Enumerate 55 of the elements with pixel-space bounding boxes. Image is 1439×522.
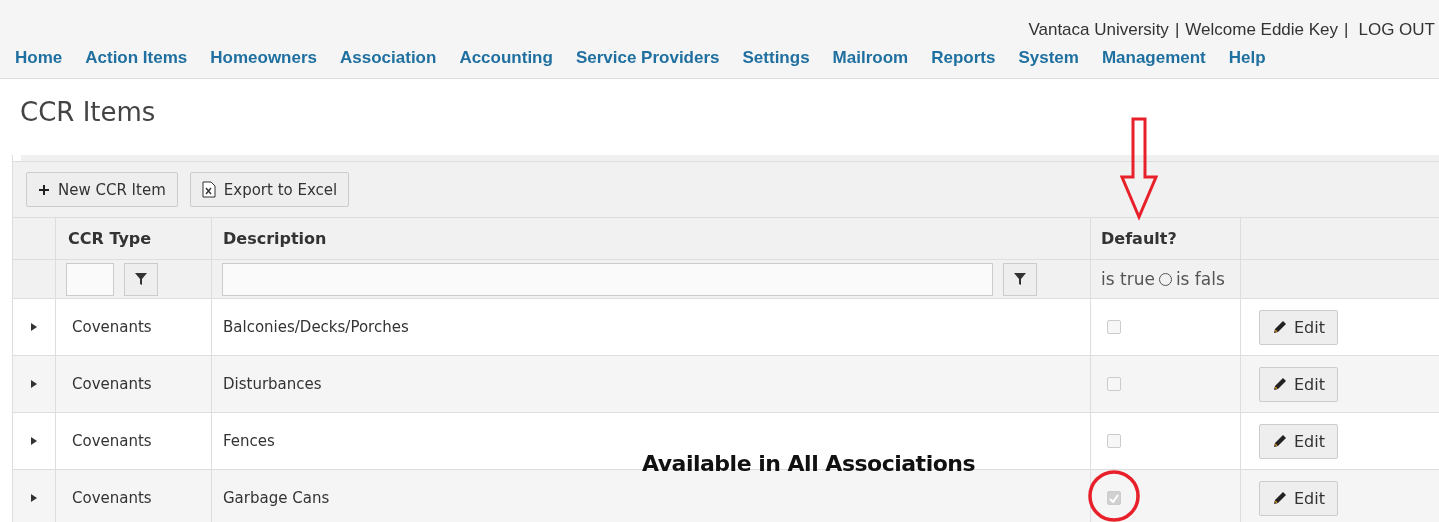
logout-link[interactable]: LOG OUT — [1358, 20, 1435, 40]
nav-link[interactable]: Service Providers — [575, 48, 720, 68]
pencil-icon — [1272, 433, 1288, 449]
nav-link[interactable]: Accounting — [459, 48, 553, 68]
filter-input[interactable] — [66, 262, 114, 296]
annotation-text: Available in All Associations — [642, 451, 976, 476]
edit-button[interactable]: Edit — [1259, 423, 1338, 459]
nav-link[interactable]: Association — [340, 48, 437, 68]
filter-icon — [135, 273, 147, 285]
welcome-text: Welcome Eddie Key — [1185, 20, 1339, 40]
nav-link[interactable]: Help — [1228, 48, 1266, 68]
column-header[interactable]: CCR Type — [68, 229, 152, 248]
nav-link[interactable]: Home — [15, 48, 63, 68]
toolbar-button[interactable]: New CCR Item — [26, 172, 178, 207]
table-cell: Covenants — [72, 375, 152, 393]
nav-link[interactable]: Settings — [742, 48, 810, 68]
filter-icon — [1014, 273, 1026, 285]
expand-arrow-icon[interactable] — [31, 437, 37, 445]
filter-button[interactable] — [1003, 262, 1037, 296]
filter-input[interactable] — [222, 262, 993, 296]
pencil-icon — [1272, 319, 1288, 335]
table-cell: Covenants — [72, 432, 152, 450]
nav-link[interactable]: Homeowners — [210, 48, 317, 68]
page-title: CCR Items — [19, 96, 157, 129]
table-cell: Disturbances — [223, 375, 322, 393]
nav-link[interactable]: Management — [1101, 48, 1206, 68]
edit-button[interactable]: Edit — [1259, 366, 1338, 402]
filter-button[interactable] — [124, 262, 158, 296]
separator: | — [1344, 20, 1349, 40]
separator: | — [1174, 20, 1180, 40]
expand-arrow-icon[interactable] — [31, 380, 37, 388]
circle-annotation — [1087, 469, 1141, 522]
edit-button[interactable]: Edit — [1259, 480, 1338, 516]
pencil-icon — [1272, 490, 1288, 506]
expand-arrow-icon[interactable] — [31, 323, 37, 331]
radio-label: is true — [1101, 269, 1155, 289]
toolbar-button[interactable]: Export to Excel — [189, 172, 350, 207]
pencil-icon — [1272, 376, 1288, 392]
org-name: Vantaca University — [1028, 20, 1169, 40]
expand-arrow-icon[interactable] — [31, 494, 37, 502]
column-header[interactable]: Description — [223, 229, 327, 248]
nav-link[interactable]: Mailroom — [832, 48, 909, 68]
edit-button[interactable]: Edit — [1259, 309, 1338, 345]
table-cell: Balconies/Decks/Porches — [223, 318, 409, 336]
radio-label: is fals — [1175, 269, 1225, 289]
table-cell: Fences — [223, 432, 275, 450]
table-cell: Covenants — [72, 489, 152, 507]
table-cell: Covenants — [72, 318, 152, 336]
plus-icon — [38, 183, 50, 196]
nav-link[interactable]: System — [1018, 48, 1079, 68]
table-cell: Garbage Cans — [223, 489, 330, 507]
excel-file-icon — [201, 181, 216, 198]
nav-link[interactable]: Reports — [931, 48, 996, 68]
column-header[interactable]: Default? — [1101, 229, 1177, 248]
nav-link[interactable]: Action Items — [85, 48, 188, 68]
